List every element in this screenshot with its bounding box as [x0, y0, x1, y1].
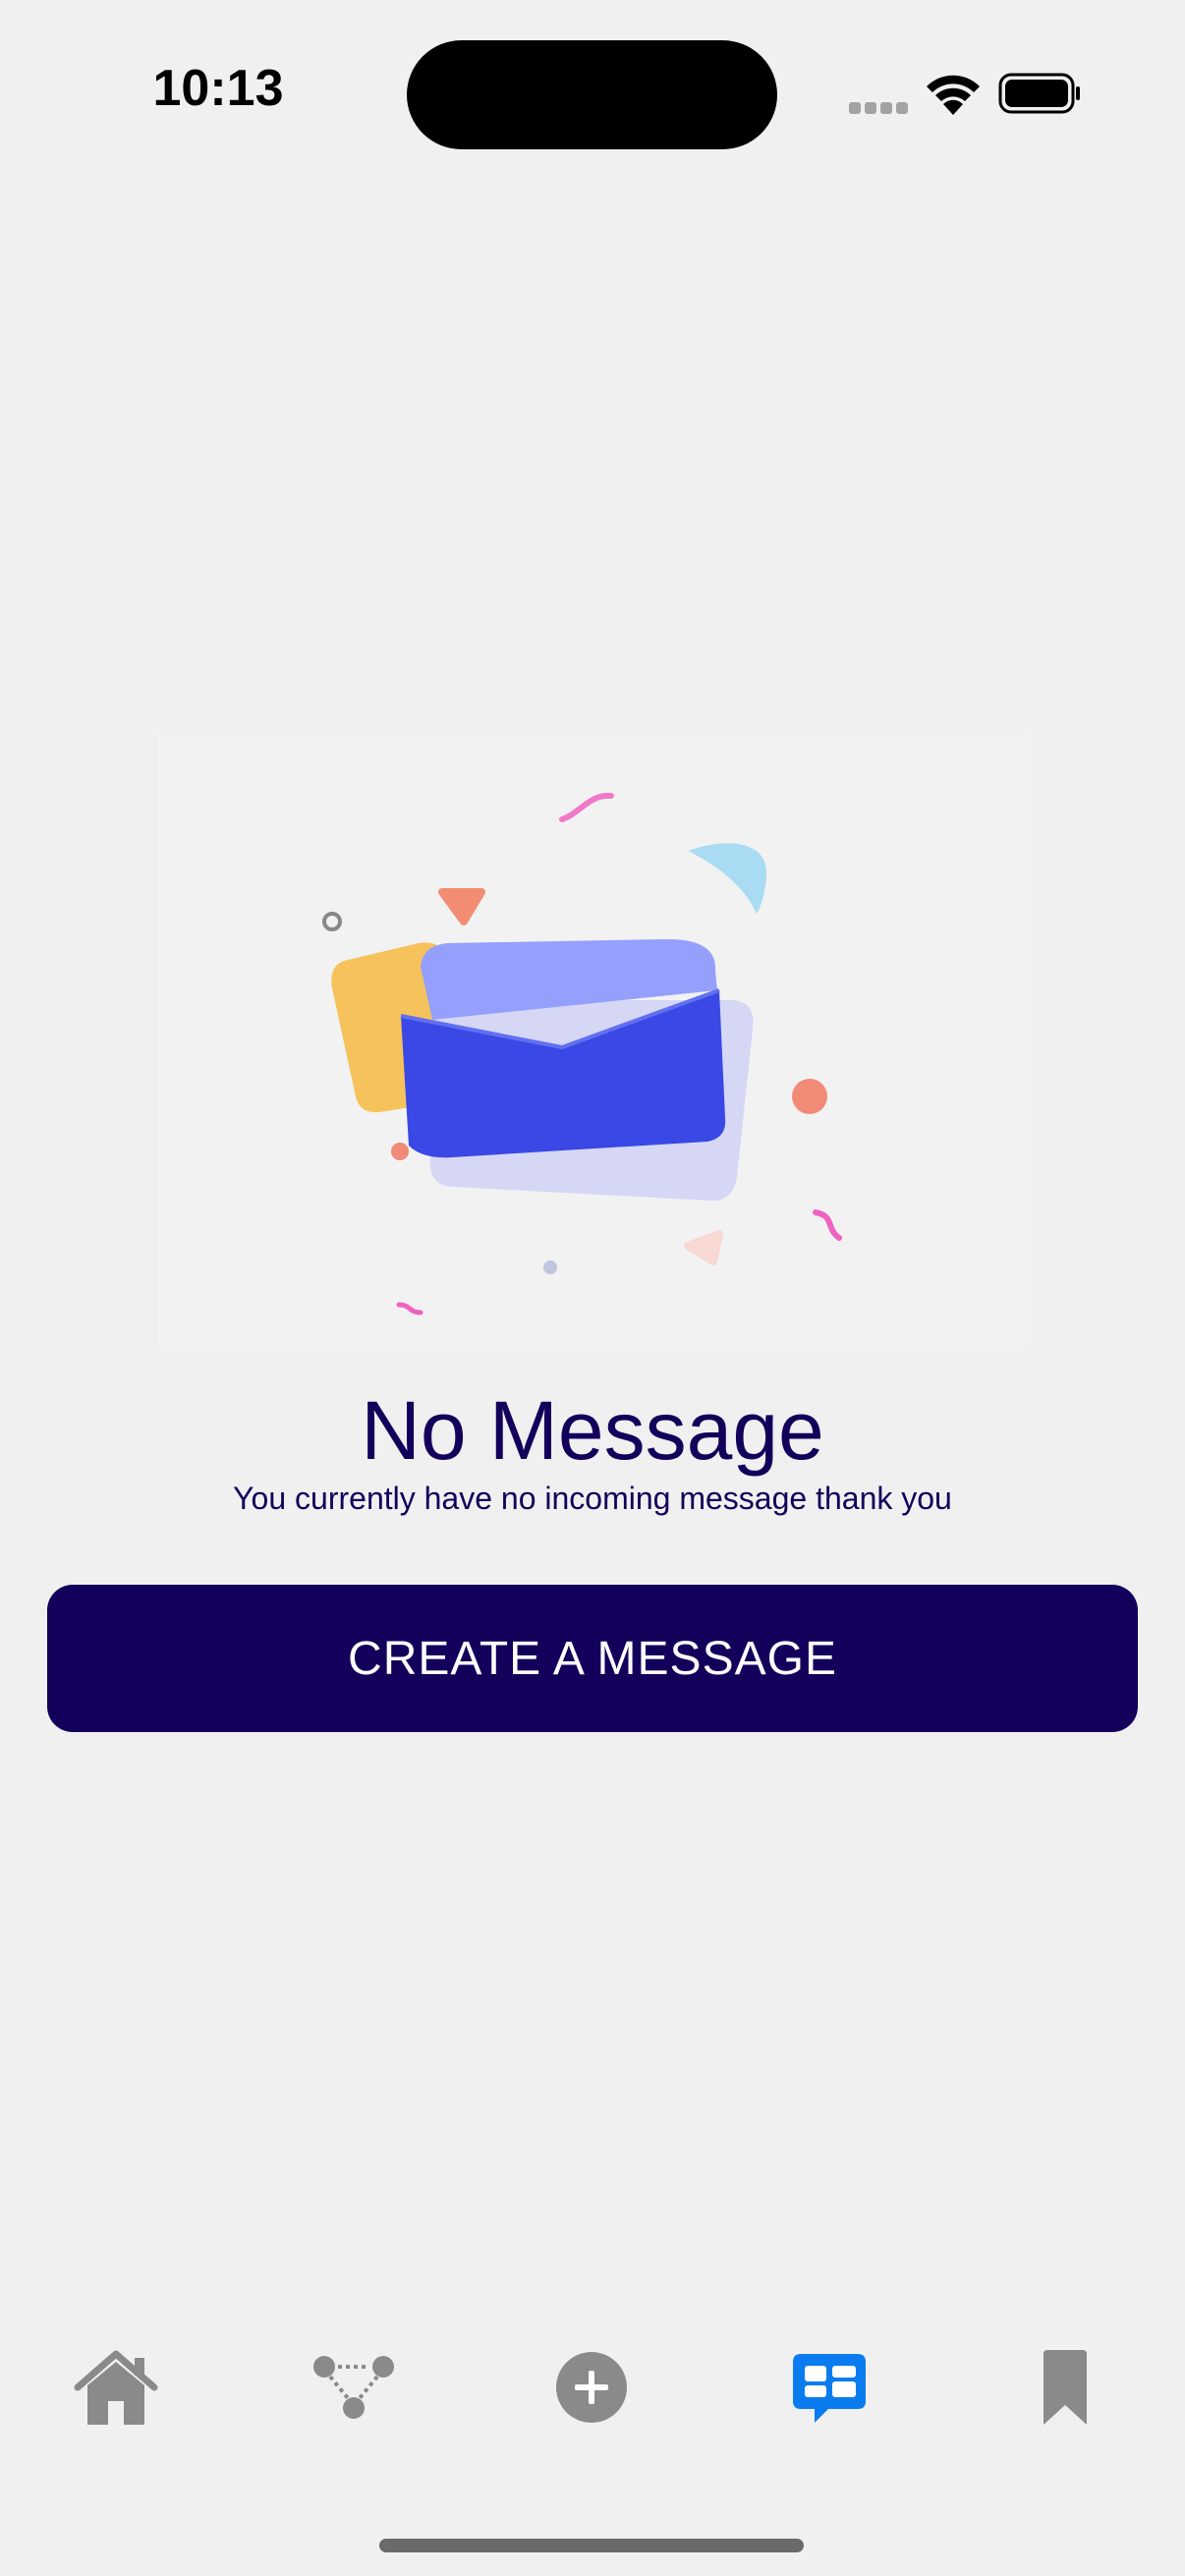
messages-screen: 10:13 No Message You currently have no i…	[0, 0, 1185, 2576]
create-message-button[interactable]: CREATE A MESSAGE	[47, 1585, 1138, 1732]
network-icon	[313, 2356, 394, 2419]
tab-network[interactable]	[305, 2338, 403, 2436]
home-icon	[74, 2350, 158, 2425]
battery-icon	[998, 73, 1080, 114]
tab-messages[interactable]	[780, 2338, 878, 2436]
status-time: 10:13	[152, 60, 284, 117]
tab-add[interactable]	[542, 2338, 641, 2436]
envelope-illustration-icon	[322, 792, 842, 1316]
messages-icon	[793, 2354, 866, 2423]
cellular-signal-icon	[849, 102, 908, 114]
tab-bookmarks[interactable]	[1016, 2338, 1114, 2436]
bookmark-icon	[1044, 2350, 1087, 2425]
wifi-icon	[927, 75, 980, 115]
home-indicator[interactable]	[379, 2539, 804, 2552]
empty-state-subtitle: You currently have no incoming message t…	[233, 1481, 952, 1516]
dynamic-island	[407, 40, 777, 149]
empty-state-title: No Message	[361, 1384, 824, 1477]
tab-home[interactable]	[67, 2338, 165, 2436]
add-circle-icon	[556, 2352, 627, 2423]
empty-state-illustration	[157, 735, 1030, 1348]
